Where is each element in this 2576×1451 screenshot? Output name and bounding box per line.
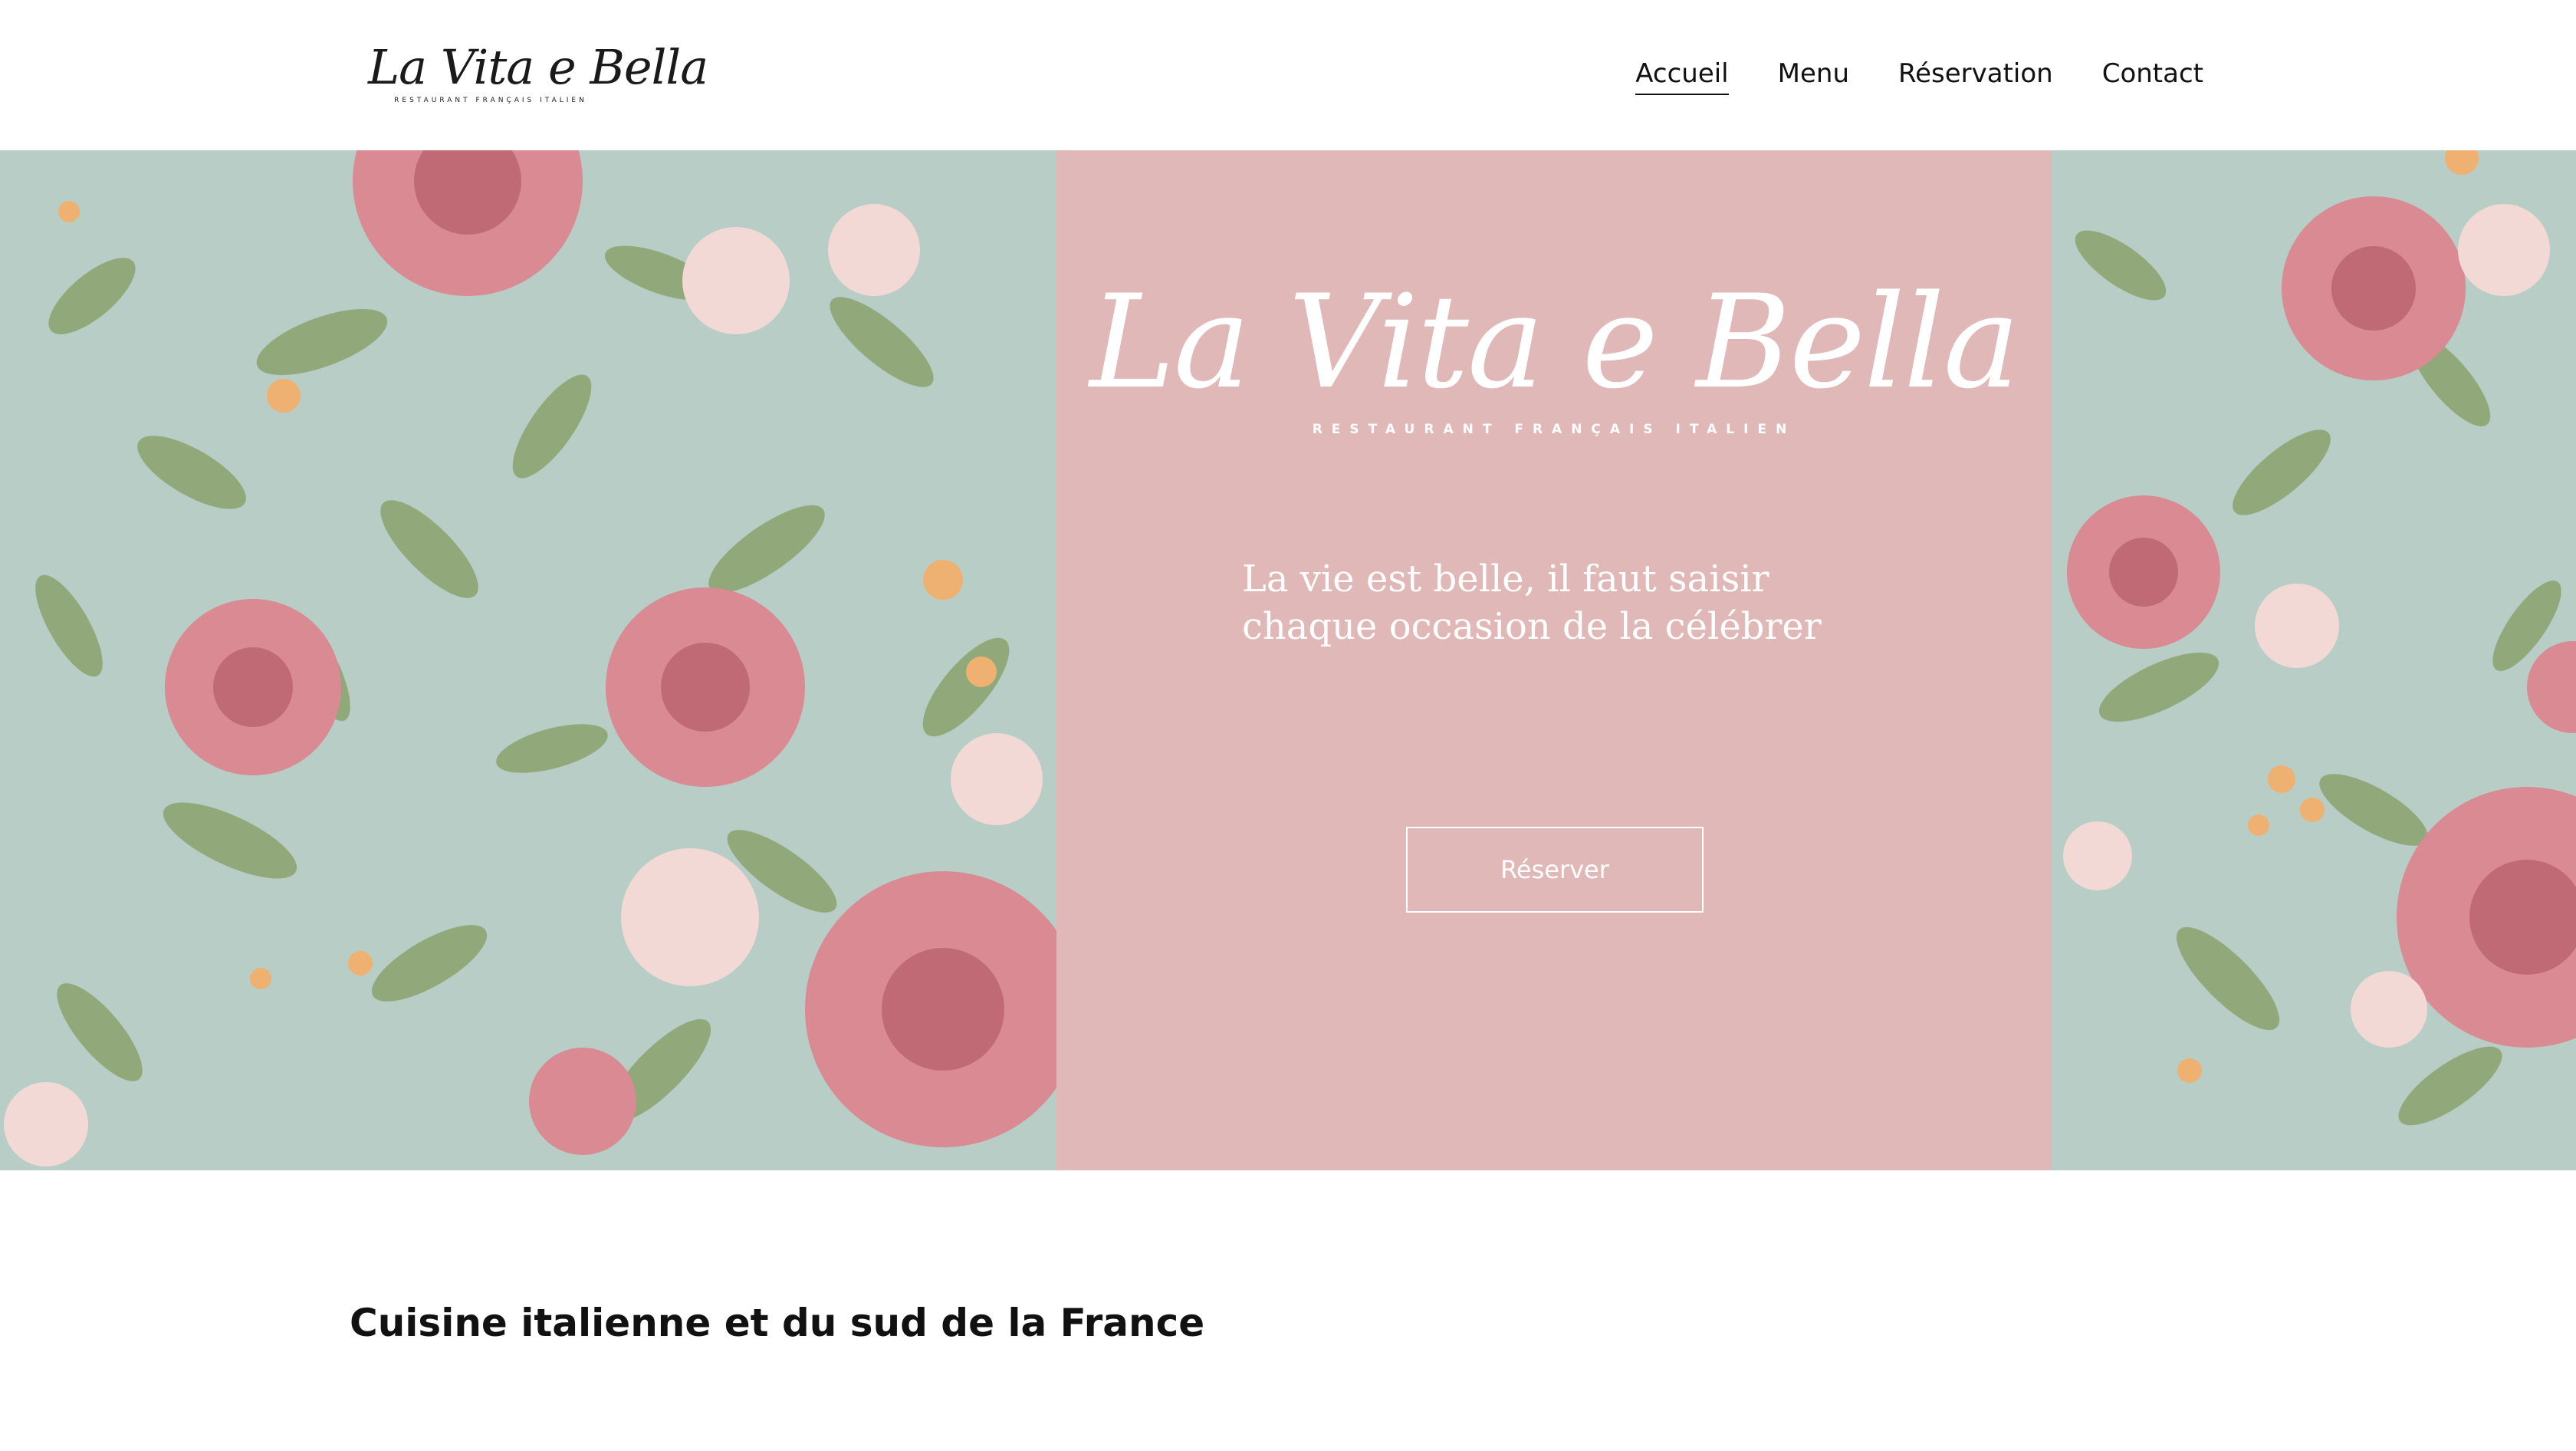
reserve-button[interactable]: Réserver (1406, 827, 1704, 913)
nav-accueil[interactable]: Accueil (1635, 58, 1729, 95)
site-header: La Vita e Bella RESTAURANT FRANÇAIS ITAL… (0, 0, 2576, 150)
floral-image-right (2052, 150, 2576, 1170)
section-title: Cuisine italienne et du sud de la France (350, 1301, 1205, 1345)
hero-logo-script: La Vita e Bella (1089, 267, 2020, 417)
hero-logo-tagline: RESTAURANT FRANÇAIS ITALIEN (1312, 422, 1796, 437)
floral-pattern-right (2052, 150, 2576, 1170)
hero-logo: La Vita e Bella RESTAURANT FRANÇAIS ITAL… (1056, 265, 2052, 437)
nav-reservation[interactable]: Réservation (1898, 58, 2053, 95)
logo-script: La Vita e Bella (368, 39, 708, 95)
hero-panel: La Vita e Bella RESTAURANT FRANÇAIS ITAL… (1056, 150, 2052, 1170)
hero-section: La Vita e Bella RESTAURANT FRANÇAIS ITAL… (0, 150, 2576, 1170)
nav-contact[interactable]: Contact (2102, 58, 2203, 95)
site-logo[interactable]: La Vita e Bella RESTAURANT FRANÇAIS ITAL… (368, 39, 708, 110)
main-nav: Accueil Menu Réservation Contact (1635, 54, 2203, 100)
hero-quote: La vie est belle, il faut saisir chaque … (1242, 558, 1822, 648)
floral-image-left (0, 150, 1056, 1170)
nav-menu[interactable]: Menu (1778, 58, 1849, 95)
logo-tagline: RESTAURANT FRANÇAIS ITALIEN (394, 97, 587, 104)
floral-pattern-left (0, 150, 1056, 1170)
